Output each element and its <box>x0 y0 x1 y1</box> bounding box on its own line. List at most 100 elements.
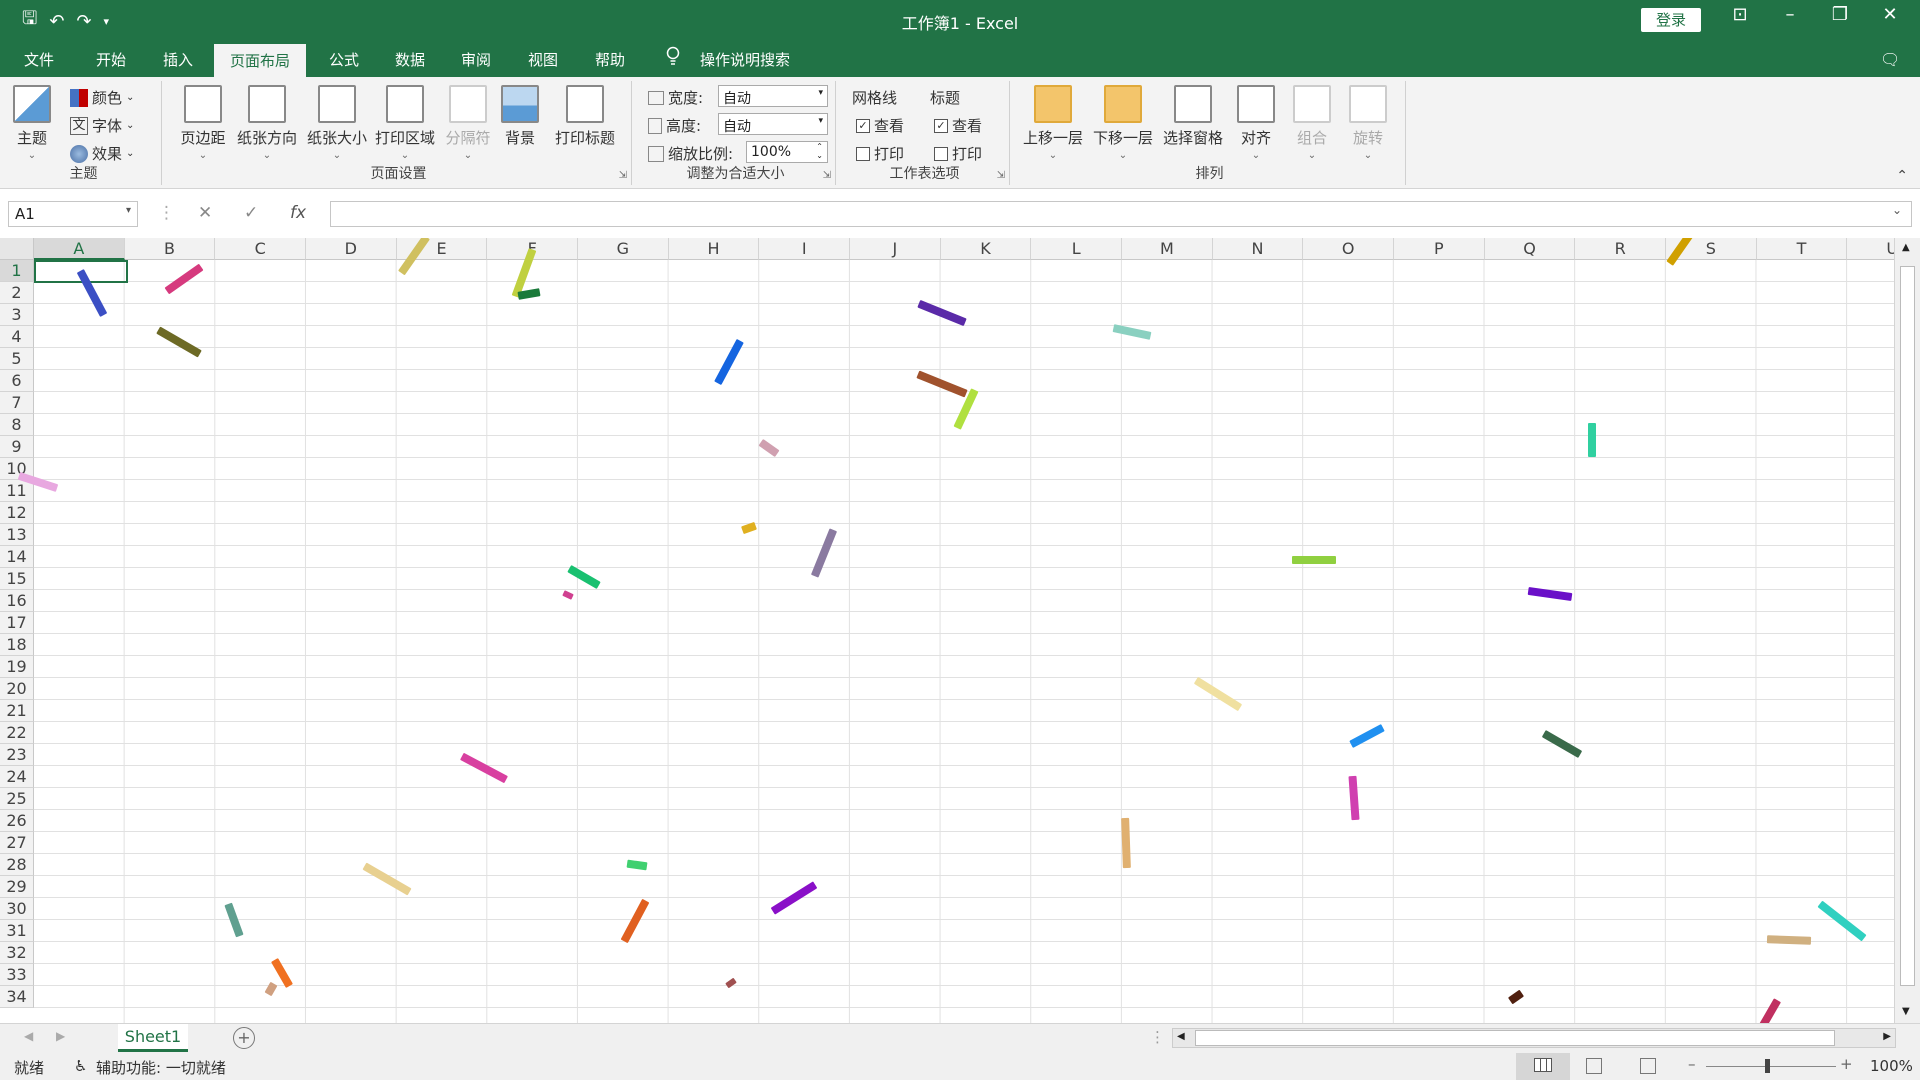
background-button[interactable]: 背景 <box>500 85 540 148</box>
row-header-3[interactable]: 3 <box>0 304 34 326</box>
minimize-icon[interactable]: – <box>1770 4 1810 25</box>
worksheet-grid[interactable]: ABCDEFGHIJKLMNOPQRSTU 123456789101112131… <box>0 238 1920 1023</box>
rotate-button[interactable]: 旋转 ⌄ <box>1348 85 1388 161</box>
zoom-slider-handle[interactable] <box>1765 1059 1770 1073</box>
column-header-l[interactable]: L <box>1031 238 1123 260</box>
tab-insert[interactable]: 插入 <box>163 49 193 70</box>
column-header-t[interactable]: T <box>1756 238 1848 260</box>
prev-sheet-icon[interactable]: ◀ <box>24 1029 33 1043</box>
name-box-dropdown-icon[interactable]: ▾ <box>126 205 131 216</box>
scroll-right-icon[interactable]: ▶ <box>1883 1031 1891 1042</box>
cell-area[interactable] <box>34 260 1894 1023</box>
row-header-21[interactable]: 21 <box>0 700 34 722</box>
add-sheet-icon[interactable]: + <box>233 1027 255 1049</box>
column-header-g[interactable]: G <box>578 238 669 260</box>
formula-input[interactable] <box>330 201 1912 227</box>
expand-formula-icon[interactable]: ⌄ <box>1892 203 1902 217</box>
collapse-ribbon-icon[interactable]: ⌃ <box>1896 168 1908 184</box>
page-break-view-icon[interactable] <box>1640 1058 1656 1074</box>
sheet-options-launcher-icon[interactable]: ⇲ <box>997 170 1005 181</box>
tab-home[interactable]: 开始 <box>96 49 126 70</box>
align-button[interactable]: 对齐 ⌄ <box>1236 85 1276 161</box>
gridlines-view-checkbox[interactable]: ✓ 查看 <box>856 115 904 136</box>
bring-forward-button[interactable]: 上移一层 ⌄ <box>1020 85 1086 161</box>
enter-icon[interactable]: ✓ <box>244 203 258 223</box>
row-header-4[interactable]: 4 <box>0 326 34 348</box>
row-header-27[interactable]: 27 <box>0 832 34 854</box>
column-header-h[interactable]: H <box>668 238 760 260</box>
row-header-20[interactable]: 20 <box>0 678 34 700</box>
row-header-28[interactable]: 28 <box>0 854 34 876</box>
column-header-p[interactable]: P <box>1394 238 1485 260</box>
zoom-out-icon[interactable]: – <box>1688 1055 1696 1073</box>
row-header-1[interactable]: 1 <box>0 260 34 282</box>
headings-view-checkbox[interactable]: ✓ 查看 <box>934 115 982 136</box>
column-header-q[interactable]: Q <box>1484 238 1576 260</box>
width-dropdown[interactable]: 自动 ▾ <box>718 85 828 107</box>
headings-print-checkbox[interactable]: 打印 <box>934 143 982 164</box>
column-header-b[interactable]: B <box>124 238 216 260</box>
row-header-34[interactable]: 34 <box>0 986 34 1008</box>
row-header-5[interactable]: 5 <box>0 348 34 370</box>
row-header-22[interactable]: 22 <box>0 722 34 744</box>
row-header-6[interactable]: 6 <box>0 370 34 392</box>
tab-help[interactable]: 帮助 <box>595 49 625 70</box>
row-header-24[interactable]: 24 <box>0 766 34 788</box>
row-header-19[interactable]: 19 <box>0 656 34 678</box>
row-header-14[interactable]: 14 <box>0 546 34 568</box>
row-header-32[interactable]: 32 <box>0 942 34 964</box>
tab-review[interactable]: 审阅 <box>461 49 491 70</box>
colors-button[interactable]: 颜色 ⌄ <box>70 87 134 108</box>
scroll-down-icon[interactable]: ▼ <box>1902 1006 1910 1017</box>
column-header-o[interactable]: O <box>1303 238 1395 260</box>
page-setup-launcher-icon[interactable]: ⇲ <box>619 170 627 181</box>
zoom-slider[interactable] <box>1706 1066 1836 1067</box>
row-header-17[interactable]: 17 <box>0 612 34 634</box>
row-header-29[interactable]: 29 <box>0 876 34 898</box>
accessibility-status[interactable]: 辅助功能: 一切就绪 <box>96 1057 226 1078</box>
height-dropdown[interactable]: 自动 ▾ <box>718 113 828 135</box>
normal-view-button[interactable] <box>1516 1053 1570 1080</box>
print-area-button[interactable]: 打印区域 ⌄ <box>372 85 438 161</box>
close-icon[interactable]: ✕ <box>1870 4 1910 25</box>
row-header-9[interactable]: 9 <box>0 436 34 458</box>
select-all-corner[interactable] <box>0 238 34 260</box>
restore-icon[interactable]: ❐ <box>1820 4 1860 25</box>
tab-data[interactable]: 数据 <box>395 49 425 70</box>
themes-button[interactable]: 主题 ⌄ <box>12 85 52 161</box>
row-header-30[interactable]: 30 <box>0 898 34 920</box>
page-layout-view-icon[interactable] <box>1586 1058 1602 1074</box>
column-header-j[interactable]: J <box>850 238 941 260</box>
column-header-i[interactable]: I <box>759 238 851 260</box>
margins-button[interactable]: 页边距 ⌄ <box>176 85 230 161</box>
name-box[interactable]: A1 ▾ <box>8 201 138 227</box>
tab-page-layout[interactable]: 页面布局 <box>214 44 307 77</box>
breaks-button[interactable]: 分隔符 ⌄ <box>442 85 494 161</box>
row-header-7[interactable]: 7 <box>0 392 34 414</box>
group-button[interactable]: 组合 ⌄ <box>1292 85 1332 161</box>
comment-icon[interactable]: 🗨 <box>1880 50 1900 69</box>
column-header-d[interactable]: D <box>306 238 397 260</box>
column-header-k[interactable]: K <box>940 238 1032 260</box>
send-backward-button[interactable]: 下移一层 ⌄ <box>1090 85 1156 161</box>
orientation-button[interactable]: 纸张方向 ⌄ <box>234 85 300 161</box>
tab-formulas[interactable]: 公式 <box>329 49 359 70</box>
horizontal-scrollbar[interactable]: ◀ ▶ <box>1172 1028 1896 1048</box>
row-header-2[interactable]: 2 <box>0 282 34 304</box>
sheet-tab-sheet1[interactable]: Sheet1 <box>118 1024 188 1052</box>
row-header-33[interactable]: 33 <box>0 964 34 986</box>
vertical-scrollbar[interactable]: ▲ ▼ <box>1894 238 1920 1023</box>
row-header-25[interactable]: 25 <box>0 788 34 810</box>
column-header-r[interactable]: R <box>1575 238 1667 260</box>
ribbon-display-icon[interactable]: ⊡ <box>1720 4 1760 25</box>
row-header-31[interactable]: 31 <box>0 920 34 942</box>
row-header-13[interactable]: 13 <box>0 524 34 546</box>
gridlines-print-checkbox[interactable]: 打印 <box>856 143 904 164</box>
effects-button[interactable]: 效果 ⌄ <box>70 143 134 164</box>
row-header-23[interactable]: 23 <box>0 744 34 766</box>
scroll-up-icon[interactable]: ▲ <box>1902 242 1910 253</box>
tab-file[interactable]: 文件 <box>24 49 54 70</box>
row-header-15[interactable]: 15 <box>0 568 34 590</box>
scale-launcher-icon[interactable]: ⇲ <box>823 170 831 181</box>
row-header-18[interactable]: 18 <box>0 634 34 656</box>
